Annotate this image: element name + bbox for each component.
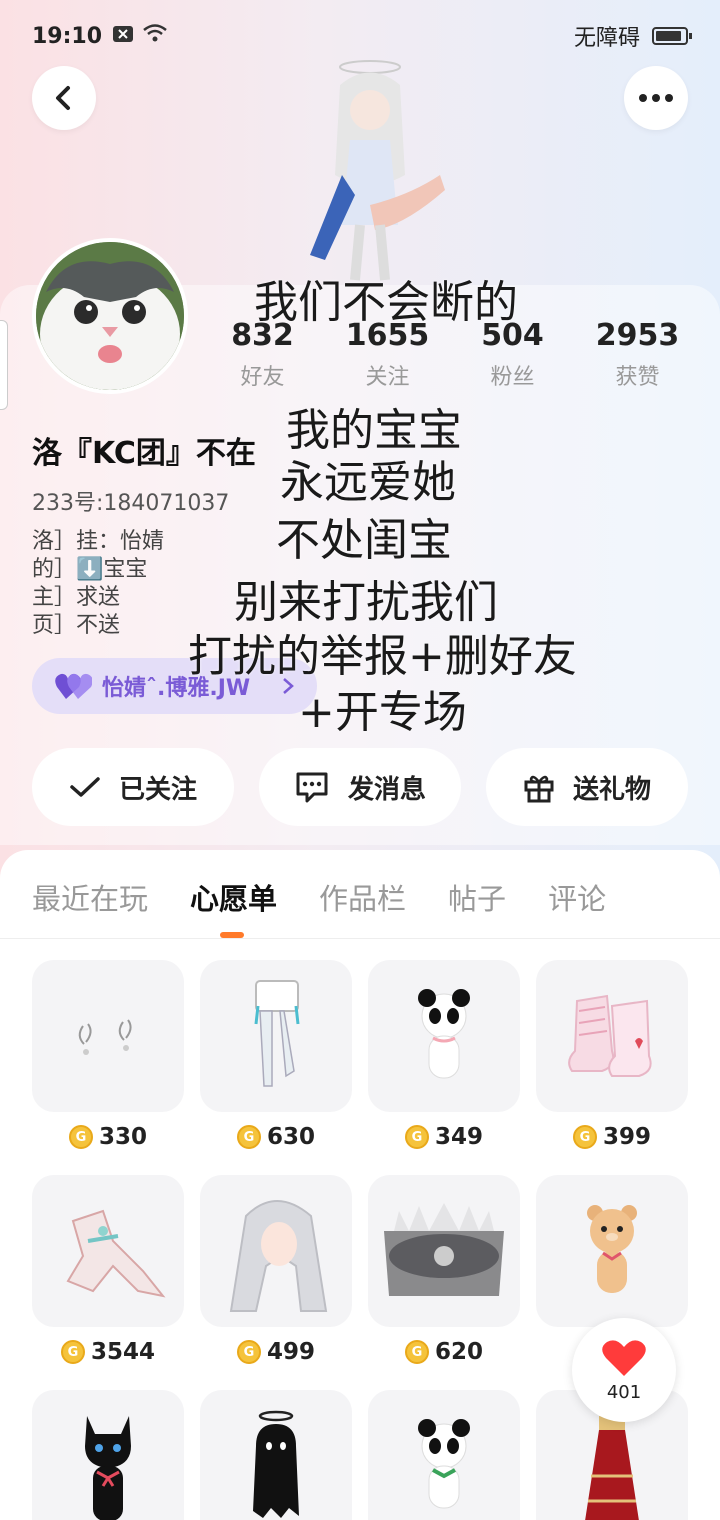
coin-icon: G	[572, 1125, 597, 1149]
back-button[interactable]	[32, 66, 96, 130]
item-price: 499	[266, 1339, 315, 1365]
tab-recent[interactable]: 最近在玩	[32, 876, 148, 918]
dress-icon	[32, 1175, 184, 1327]
wishlist-item[interactable]: G 630	[200, 960, 352, 1150]
wishlist-item[interactable]: G 330	[32, 960, 184, 1150]
status-icons	[112, 23, 168, 49]
wishlist-item[interactable]: G 620	[368, 1175, 520, 1365]
bear-plush-icon	[536, 1175, 688, 1327]
tab-wishlist[interactable]: 心愿单	[190, 876, 277, 918]
wishlist-item[interactable]: G 349	[368, 960, 520, 1150]
hair-clips-icon	[32, 960, 184, 1112]
message-label: 发消息	[347, 774, 426, 805]
ghost-icon	[200, 1390, 352, 1520]
wishlist-item[interactable]: G 399	[536, 960, 688, 1150]
bio-line: 页］不送	[32, 613, 121, 638]
coin-icon: G	[60, 1340, 85, 1364]
bio-line: 洛］挂：怡婧	[32, 529, 165, 554]
item-price: 3544	[90, 1339, 155, 1365]
wig-icon	[200, 1175, 352, 1327]
chat-icon	[296, 772, 328, 803]
overlay-text-line: +开专场	[298, 687, 467, 738]
stockings-icon	[200, 960, 352, 1112]
chevron-left-icon	[56, 86, 70, 110]
gift-button[interactable]: 送礼物	[486, 748, 688, 826]
item-price: 620	[434, 1339, 483, 1365]
gift-label: 送礼物	[572, 774, 651, 805]
stat-label: 粉丝	[490, 365, 535, 390]
item-price: 330	[98, 1124, 147, 1150]
coin-icon: G	[236, 1125, 261, 1149]
panda-plush-icon	[368, 960, 520, 1112]
coin-icon: G	[68, 1125, 93, 1149]
tab-divider	[0, 938, 720, 939]
black-cat-icon	[32, 1390, 184, 1520]
status-time: 19:10	[32, 23, 103, 49]
tab-comments[interactable]: 评论	[548, 876, 606, 918]
coin-icon: G	[404, 1125, 429, 1149]
username: 洛『KC团』不在	[32, 436, 256, 471]
stat-label: 获赞	[615, 365, 660, 390]
item-price: 399	[602, 1124, 651, 1150]
profile-tabs: 最近在玩 心愿单 作品栏 帖子 评论	[32, 876, 606, 918]
battery-icon	[652, 27, 692, 45]
gift-icon	[524, 775, 554, 803]
stat-label: 好友	[240, 365, 285, 390]
heart-icon	[602, 1339, 646, 1376]
follow-label: 已关注	[118, 774, 197, 805]
wifi-icon	[142, 23, 168, 49]
more-dots-icon	[639, 94, 673, 102]
notification-icon	[112, 24, 134, 49]
tab-posts[interactable]: 帖子	[448, 876, 506, 918]
wishlist-item[interactable]: G 3544	[32, 1175, 184, 1365]
item-price: 349	[434, 1124, 483, 1150]
coin-icon: G	[404, 1340, 429, 1364]
bio: 洛］挂：怡婧 的］⬇️宝宝 主］求送 页］不送	[32, 528, 164, 640]
side-drawer-handle[interactable]	[0, 320, 8, 410]
panda-icon	[368, 1390, 520, 1520]
coin-icon: G	[236, 1340, 261, 1364]
avatar-3d-figure[interactable]	[280, 55, 460, 285]
boots-icon	[536, 960, 688, 1112]
accessibility-label: 无障碍	[573, 26, 640, 51]
overlay-text-line: 永远爱她	[280, 457, 456, 508]
item-price: 630	[266, 1124, 315, 1150]
overlay-text-line: 打扰的举报+删好友	[188, 631, 577, 682]
stat-label: 关注	[365, 365, 410, 390]
wishlist-item[interactable]: G 499	[200, 1175, 352, 1365]
user-id: 233号:184071037	[32, 491, 230, 516]
wishlist-item[interactable]	[200, 1390, 352, 1520]
avatar[interactable]	[32, 238, 188, 394]
message-button[interactable]: 发消息	[259, 748, 461, 826]
heart-icon	[55, 673, 92, 699]
bio-line: 的］⬇️宝宝	[32, 557, 148, 582]
wishlist-item[interactable]	[368, 1390, 520, 1520]
tab-works[interactable]: 作品栏	[319, 876, 406, 918]
wishlist-item[interactable]	[32, 1390, 184, 1520]
overlay-text-line: 我们不会断的	[254, 277, 518, 328]
overlay-text-line: 不处闺宝	[276, 515, 452, 566]
check-icon	[70, 777, 100, 797]
like-button[interactable]: 401	[572, 1318, 676, 1422]
crown-icon	[368, 1175, 520, 1327]
follow-button[interactable]: 已关注	[32, 748, 234, 826]
stat-likes[interactable]: 2953 获赞	[575, 318, 700, 391]
wishlist-item[interactable]	[536, 1175, 688, 1339]
stat-value: 2953	[595, 318, 680, 353]
bio-line: 主］求送	[32, 585, 121, 610]
like-count: 401	[606, 1381, 642, 1403]
more-button[interactable]	[624, 66, 688, 130]
